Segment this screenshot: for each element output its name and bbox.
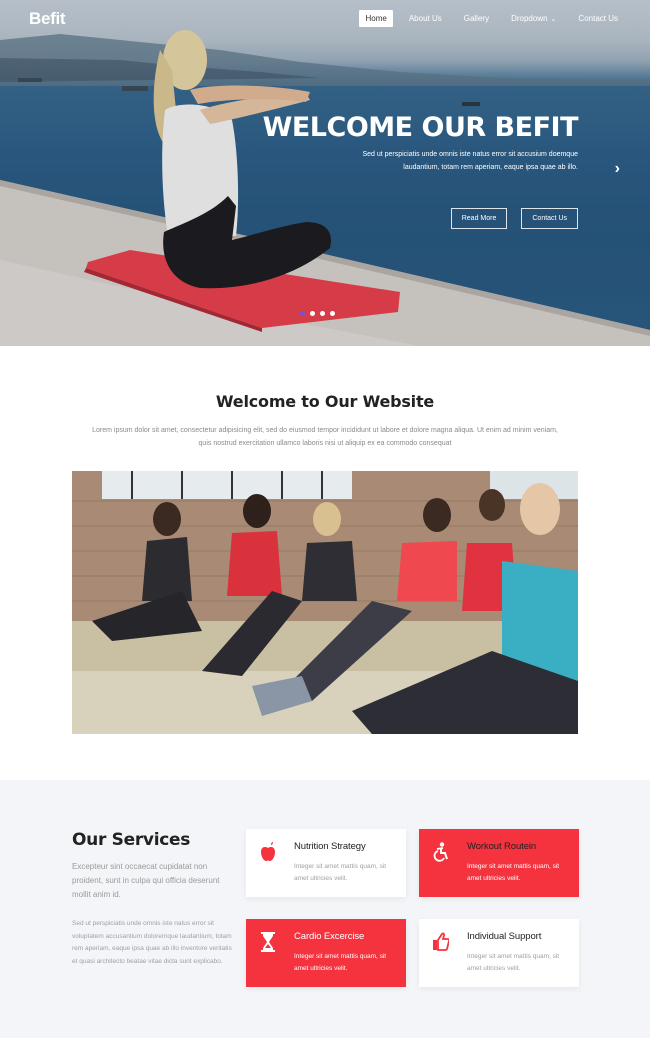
service-card-nutrition[interactable]: Nutrition Strategy Integer sit amet matt…	[246, 829, 406, 897]
slider-dot[interactable]	[320, 311, 325, 316]
slider-dots	[300, 311, 335, 316]
contact-us-button[interactable]: Contact Us	[521, 208, 578, 229]
nav-dropdown[interactable]: Dropdown ⌄	[505, 10, 562, 27]
services-title: Our Services	[72, 830, 191, 850]
welcome-text: Lorem ipsum dolor sit amet, consectetur …	[92, 427, 558, 447]
services-lead: Excepteur sint occaecat cupidatat non pr…	[72, 862, 220, 899]
service-card-text: Integer sit amet mattis quam, sit amet u…	[294, 863, 387, 882]
nav-contact-us[interactable]: Contact Us	[572, 10, 624, 27]
service-card-workout[interactable]: Workout Routein Integer sit amet mattis …	[419, 829, 579, 897]
accessibility-icon	[433, 842, 448, 862]
hero-slider: Befit Home About Us Gallery Dropdown ⌄ Co…	[0, 0, 650, 346]
nav-contact-us-label: Contact Us	[578, 14, 618, 23]
hourglass-icon	[261, 932, 275, 952]
main-nav: Home About Us Gallery Dropdown ⌄ Contact …	[349, 10, 624, 27]
service-card-text: Integer sit amet mattis quam, sit amet u…	[294, 953, 387, 972]
service-card-title: Nutrition Strategy	[294, 841, 366, 852]
fitness-class-image	[72, 471, 578, 734]
service-card-title: Workout Routein	[467, 841, 537, 852]
page: Befit Home About Us Gallery Dropdown ⌄ Co…	[0, 0, 650, 1038]
slider-dot[interactable]	[330, 311, 335, 316]
navbar: Befit Home About Us Gallery Dropdown ⌄ Co…	[0, 0, 650, 38]
hero-buttons: Read More Contact Us	[450, 208, 578, 229]
services-section	[0, 780, 650, 1038]
nav-gallery[interactable]: Gallery	[458, 10, 495, 27]
nav-home[interactable]: Home	[359, 10, 393, 27]
apple-icon	[261, 842, 275, 861]
chevron-down-icon: ⌄	[550, 15, 557, 23]
service-card-title: Individual Support	[467, 931, 542, 942]
brand-logo[interactable]: Befit	[29, 9, 66, 29]
nav-about-us[interactable]: About Us	[403, 10, 448, 27]
welcome-title: Welcome to Our Website	[215, 392, 435, 411]
service-card-support[interactable]: Individual Support Integer sit amet matt…	[419, 919, 579, 987]
welcome-photo	[72, 471, 578, 734]
slider-dot[interactable]	[310, 311, 315, 316]
service-card-title: Cardio Excercise	[294, 931, 365, 942]
chevron-right-icon[interactable]: ›	[615, 160, 620, 178]
read-more-button[interactable]: Read More	[450, 208, 508, 229]
thumbs-up-icon	[433, 932, 449, 951]
service-card-cardio[interactable]: Cardio Excercise Integer sit amet mattis…	[246, 919, 406, 987]
slider-dot[interactable]	[300, 311, 305, 316]
hero-text: Sed ut perspiciatis unde omnis iste natu…	[362, 151, 578, 171]
nav-home-label: Home	[365, 14, 387, 23]
hero-title: WELCOME OUR BEFIT	[262, 112, 579, 143]
nav-about-us-label: About Us	[408, 14, 442, 23]
services-paragraph: Sed ut perspiciatis unde omnis iste natu…	[72, 920, 232, 965]
service-card-text: Integer sit amet mattis quam, sit amet u…	[467, 953, 560, 972]
service-card-text: Integer sit amet mattis quam, sit amet u…	[467, 863, 560, 882]
nav-gallery-label: Gallery	[463, 14, 490, 23]
nav-dropdown-label: Dropdown	[511, 14, 548, 23]
